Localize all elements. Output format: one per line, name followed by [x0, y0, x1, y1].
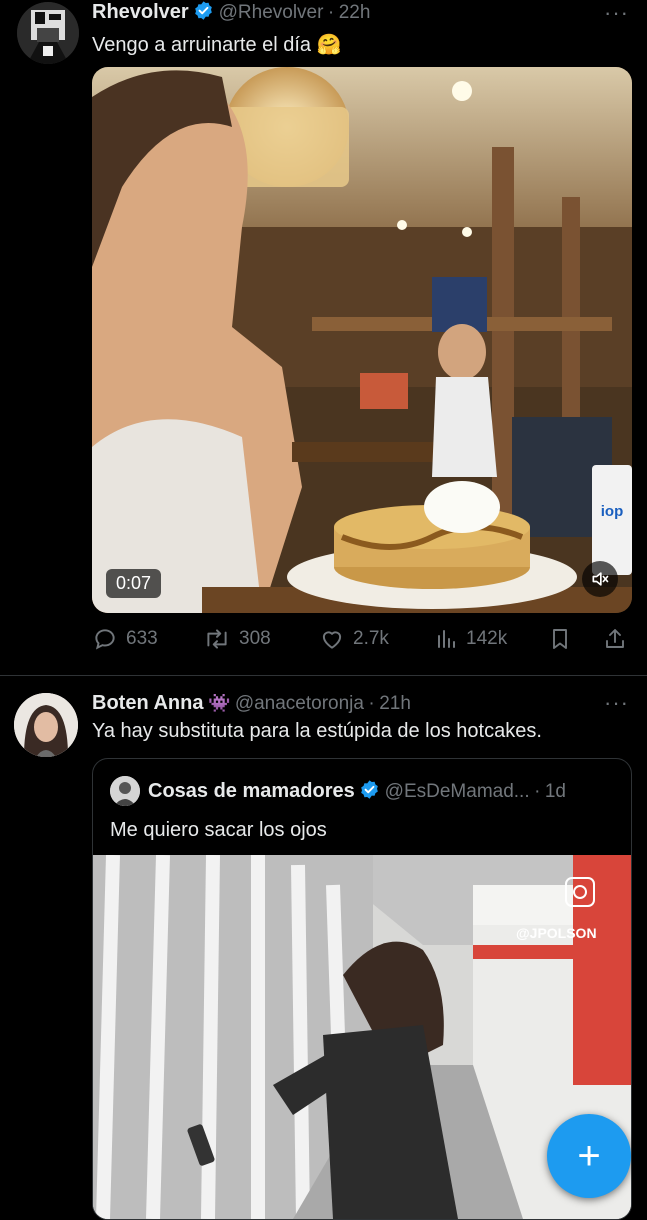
compose-button[interactable]: + — [547, 1114, 631, 1198]
retweet-count: 308 — [239, 628, 271, 649]
heart-icon — [322, 631, 342, 649]
like-count: 2.7k — [353, 628, 389, 649]
views-icon — [438, 630, 455, 648]
video-frame-illustration — [92, 67, 632, 613]
cup-logo: iop — [600, 503, 624, 520]
tweet-divider — [0, 675, 647, 676]
views-count: 142k — [466, 628, 508, 649]
share-icon — [606, 629, 624, 648]
quote-handle: @EsDeMamad... — [384, 781, 530, 802]
quote-header: Cosas de mamadores @EsDeMamad... · 1d — [148, 779, 566, 803]
video-watermark: @JPOLSON — [516, 925, 597, 941]
quote-separator: · — [534, 781, 541, 802]
retweet-button[interactable]: 308 — [203, 626, 271, 652]
tweet2-more-button[interactable]: ··· — [604, 690, 629, 716]
tweet1-separator: · — [327, 2, 335, 23]
reply-button[interactable]: 633 — [92, 626, 158, 652]
tweet2-time[interactable]: 21h — [379, 693, 411, 714]
tweet1-more-button[interactable]: ··· — [604, 0, 629, 26]
tweet1-header: Rhevolver @Rhevolver · 22h — [92, 0, 370, 26]
mute-button[interactable] — [582, 561, 618, 597]
boten-anna-avatar[interactable] — [14, 693, 78, 757]
mute-icon — [592, 572, 609, 586]
tweet1-video[interactable]: iop 0:07 — [92, 67, 632, 613]
tweet2-text: Ya hay substituta para la estúpida de lo… — [92, 720, 542, 742]
tweet2-handle[interactable]: @anacetoronja — [235, 693, 364, 714]
verified-badge-icon — [361, 780, 379, 799]
alien-monster-icon: 👾 — [207, 693, 231, 713]
instagram-icon — [565, 877, 595, 907]
tweet2-header: Boten Anna 👾 @anacetoronja · 21h — [92, 692, 411, 715]
bookmark-button[interactable] — [548, 626, 572, 657]
reply-icon — [95, 629, 115, 650]
tweet2-display-name[interactable]: Boten Anna — [92, 692, 203, 714]
tweet2-separator: · — [368, 693, 375, 714]
share-button[interactable] — [603, 626, 627, 657]
tweet1-time[interactable]: 22h — [339, 2, 371, 23]
retweet-icon — [207, 629, 227, 649]
views-button[interactable]: 142k — [434, 626, 507, 652]
verified-badge-icon — [195, 1, 212, 20]
reply-count: 633 — [126, 628, 158, 649]
quote-time: 1d — [544, 781, 566, 802]
tweet1-text: Vengo a arruinarte el día 🤗 — [92, 34, 342, 56]
quote-avatar — [110, 776, 140, 806]
tweet1-display-name[interactable]: Rhevolver — [92, 1, 189, 23]
bookmark-icon — [553, 629, 567, 649]
like-button[interactable]: 2.7k — [319, 626, 389, 652]
video-duration: 0:07 — [106, 569, 162, 598]
tweet1-handle[interactable]: @Rhevolver — [219, 2, 324, 23]
quote-display-name: Cosas de mamadores — [148, 780, 355, 802]
plus-icon: + — [577, 1134, 601, 1178]
quote-text: Me quiero sacar los ojos — [110, 819, 327, 841]
rhevolver-avatar[interactable] — [17, 2, 79, 64]
